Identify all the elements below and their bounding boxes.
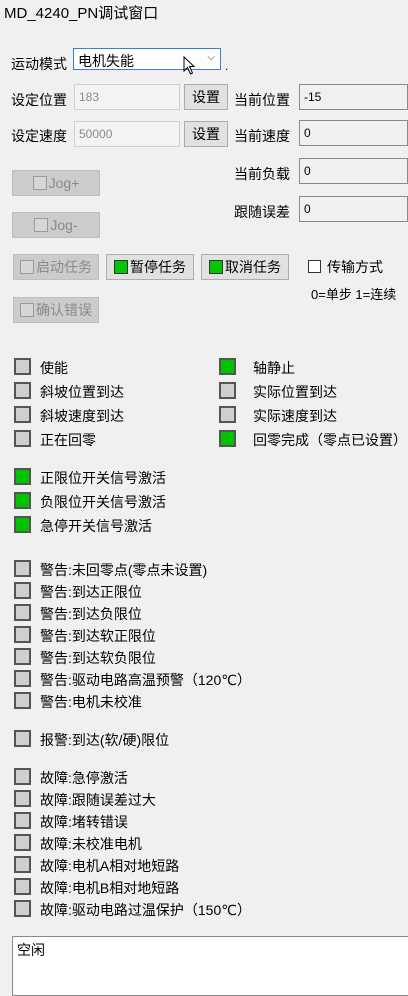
- mode-suffix: .: [225, 59, 229, 73]
- indicator: [219, 358, 236, 375]
- cancel-task-button[interactable]: 取消任务: [201, 254, 289, 280]
- indicator: [14, 382, 31, 399]
- mouse-pointer-icon: [183, 56, 196, 75]
- transfer-mode-hint: 0=单步 1=连续: [311, 287, 397, 302]
- mode-label: 运动模式: [11, 56, 67, 72]
- jog-minus-button[interactable]: Jog-: [12, 212, 100, 238]
- pause-task-button[interactable]: 暂停任务: [106, 254, 194, 280]
- indicator: [14, 812, 31, 829]
- indicator: [14, 670, 31, 687]
- current-speed-field: [299, 120, 408, 146]
- set-position-label: 设定位置: [11, 92, 67, 108]
- set-position-button[interactable]: 设置: [184, 84, 228, 110]
- indicator: [14, 358, 31, 375]
- indicator: [219, 430, 236, 447]
- window-title: MD_4240_PN调试窗口: [4, 5, 159, 22]
- chevron-down-icon: ⌵: [207, 52, 215, 63]
- indicator: [14, 560, 31, 577]
- indicator: [14, 604, 31, 621]
- set-speed-input[interactable]: [74, 121, 180, 147]
- indicator: [14, 430, 31, 447]
- follow-error-label: 跟随误差: [234, 204, 290, 220]
- mode-select[interactable]: 电机失能 ⌵: [73, 48, 221, 70]
- status-textbox[interactable]: 空闲: [12, 936, 408, 996]
- follow-error-field: [299, 196, 408, 222]
- indicator: [219, 406, 236, 423]
- indicator: [14, 492, 31, 509]
- indicator: [14, 406, 31, 423]
- transfer-mode-checkbox[interactable]: [308, 260, 321, 273]
- transfer-mode-label: 传输方式: [327, 259, 383, 275]
- indicator: [14, 516, 31, 533]
- set-position-input[interactable]: [74, 84, 180, 110]
- current-position-label: 当前位置: [234, 92, 290, 108]
- indicator: [14, 878, 31, 895]
- indicator: [14, 626, 31, 643]
- indicator: [14, 834, 31, 851]
- indicator: [14, 692, 31, 709]
- current-load-label: 当前负载: [234, 166, 290, 182]
- jog-plus-button[interactable]: Jog+: [12, 170, 100, 196]
- indicator: [14, 768, 31, 785]
- indicator: [14, 582, 31, 599]
- indicator: [14, 648, 31, 665]
- indicator: [14, 900, 31, 917]
- set-speed-button[interactable]: 设置: [184, 121, 228, 147]
- indicator: [14, 790, 31, 807]
- current-position-field: [299, 84, 408, 110]
- current-speed-label: 当前速度: [234, 128, 290, 144]
- confirm-error-button[interactable]: 确认错误: [13, 297, 99, 323]
- start-task-button[interactable]: 启动任务: [13, 254, 99, 280]
- set-speed-label: 设定速度: [11, 128, 67, 144]
- mode-selected-value: 电机失能: [78, 53, 134, 69]
- current-load-field: [299, 158, 408, 184]
- indicator: [14, 730, 31, 747]
- indicator: [219, 382, 236, 399]
- status-text: 空闲: [17, 942, 45, 958]
- indicator: [14, 468, 31, 485]
- indicator: [14, 856, 31, 873]
